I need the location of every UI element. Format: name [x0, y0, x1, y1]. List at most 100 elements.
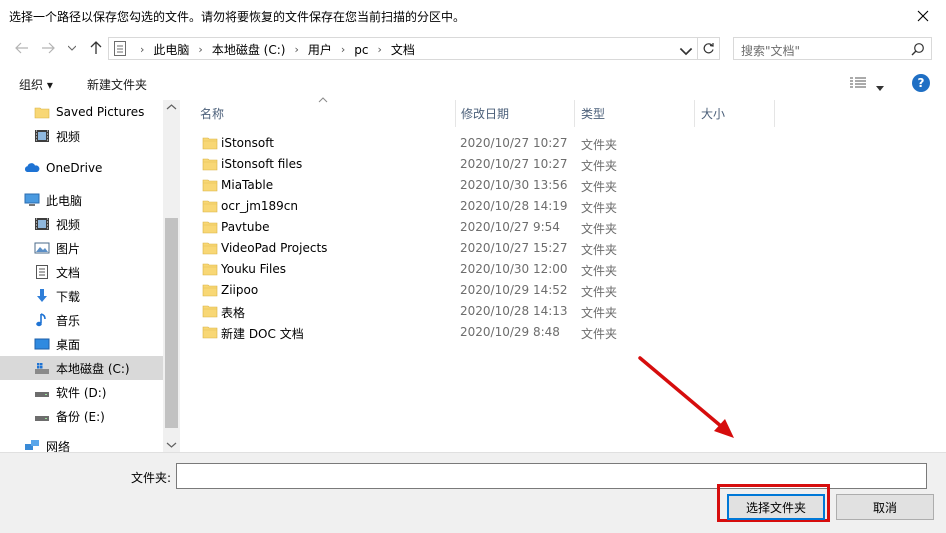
file-name: iStonsoft [221, 136, 274, 150]
arrow-right-icon [42, 42, 55, 54]
file-name: Pavtube [221, 220, 270, 234]
sidebar-item-label: 视频 [56, 217, 81, 232]
window-title: 选择一个路径以保存您勾选的文件。请勿将要恢复的文件保存在您当前扫描的分区中。 [9, 10, 466, 24]
up-button[interactable] [86, 38, 106, 58]
sidebar-item-drive-e[interactable]: 备份 (E:) [0, 404, 163, 428]
sidebar-item-network[interactable]: 网络 [0, 434, 163, 452]
column-divider[interactable] [774, 100, 775, 127]
chevron-up-icon[interactable] [166, 102, 177, 112]
breadcrumb-users[interactable]: 用户 [308, 41, 332, 58]
folder-icon [202, 284, 218, 297]
breadcrumb-local-disk-c[interactable]: 本地磁盘 (C:) [212, 41, 286, 58]
sidebar-item-pictures[interactable]: 图片 [0, 236, 163, 260]
list-item[interactable]: Pavtube 2020/10/27 9:54 文件夹 [192, 217, 642, 238]
arrow-left-icon [15, 42, 28, 54]
folder-icon [202, 137, 218, 150]
column-divider[interactable] [455, 100, 456, 127]
breadcrumb-separator-icon: › [198, 43, 203, 56]
list-item[interactable]: VideoPad Projects 2020/10/27 15:27 文件夹 [192, 238, 642, 259]
sidebar-item-label: 此电脑 [46, 193, 83, 208]
list-item[interactable]: 表格 2020/10/28 14:13 文件夹 [192, 301, 642, 322]
list-item[interactable]: ocr_jm189cn 2020/10/28 14:19 文件夹 [192, 196, 642, 217]
arrow-up-icon [90, 41, 102, 54]
file-type: 文件夹 [581, 306, 618, 320]
view-options-button[interactable] [850, 77, 866, 92]
file-name: Youku Files [221, 262, 287, 276]
back-button[interactable] [12, 38, 32, 58]
refresh-button[interactable] [698, 37, 720, 60]
sidebar-item-label: 桌面 [56, 337, 81, 352]
sidebar-item-videos-quick[interactable]: 视频 [0, 124, 163, 148]
search-icon [911, 43, 924, 56]
column-header-size[interactable]: 大小 [701, 100, 725, 127]
file-date: 2020/10/27 9:54 [460, 220, 560, 234]
sidebar-item-onedrive[interactable]: OneDrive [0, 156, 163, 180]
chevron-down-icon[interactable] [679, 45, 693, 59]
list-item[interactable]: iStonsoft files 2020/10/27 10:27 文件夹 [192, 154, 642, 175]
drive-icon [35, 416, 49, 421]
list-item[interactable]: Ziipoo 2020/10/29 14:52 文件夹 [192, 280, 642, 301]
list-item[interactable]: MiaTable 2020/10/30 13:56 文件夹 [192, 175, 642, 196]
view-menu-dropdown[interactable] [876, 80, 884, 94]
folder-icon [202, 179, 218, 192]
refresh-icon [703, 43, 714, 54]
sidebar-item-label: OneDrive [46, 161, 103, 175]
document-icon [114, 41, 126, 56]
breadcrumb: › 此电脑 › 本地磁盘 (C:) › 用户 › pc › 文档 [131, 41, 415, 58]
column-divider[interactable] [694, 100, 695, 127]
desktop-icon [34, 338, 50, 350]
file-type: 文件夹 [581, 327, 618, 341]
sidebar-item-videos[interactable]: 视频 [0, 212, 163, 236]
folder-icon [34, 107, 50, 119]
sidebar-item-this-pc[interactable]: 此电脑 [0, 188, 163, 212]
select-folder-button[interactable]: 选择文件夹 [727, 494, 825, 520]
column-header-type[interactable]: 类型 [581, 100, 605, 127]
help-icon[interactable]: ? [912, 74, 930, 92]
folder-icon [202, 242, 218, 255]
sidebar-item-saved-pictures[interactable]: Saved Pictures [0, 100, 163, 124]
breadcrumb-pc[interactable]: pc [354, 43, 368, 57]
sidebar-item-desktop[interactable]: 桌面 [0, 332, 163, 356]
sidebar-item-music[interactable]: 音乐 [0, 308, 163, 332]
folder-icon [202, 200, 218, 213]
music-icon [36, 313, 46, 327]
download-icon [37, 289, 47, 302]
picture-icon [34, 242, 50, 254]
list-item[interactable]: 新建 DOC 文档 2020/10/29 8:48 文件夹 [192, 322, 642, 343]
chevron-down-icon[interactable] [166, 440, 177, 450]
recent-locations-button[interactable] [62, 38, 82, 58]
sidebar-scrollbar[interactable] [163, 100, 180, 452]
organize-menu[interactable]: 组织 ▾ [19, 76, 53, 93]
navigation-pane: Saved Pictures 视频 OneDrive 此电脑 视频 图片 文档 … [0, 100, 163, 452]
drive-icon [35, 392, 49, 397]
folder-icon [202, 305, 218, 318]
column-header-name[interactable]: 名称 [200, 100, 224, 127]
breadcrumb-separator-icon: › [140, 43, 145, 56]
file-name: MiaTable [221, 178, 274, 192]
scrollbar-thumb[interactable] [165, 218, 178, 428]
list-item[interactable]: Youku Files 2020/10/30 12:00 文件夹 [192, 259, 642, 280]
column-divider[interactable] [574, 100, 575, 127]
close-button[interactable] [900, 0, 946, 32]
chevron-down-icon [68, 45, 76, 51]
forward-button[interactable] [38, 38, 58, 58]
sidebar-item-downloads[interactable]: 下载 [0, 284, 163, 308]
cloud-icon [24, 163, 40, 172]
caret-down-icon [876, 86, 884, 91]
cancel-button[interactable]: 取消 [836, 494, 934, 520]
sidebar-item-local-disk-c[interactable]: 本地磁盘 (C:) [0, 356, 163, 380]
file-type: 文件夹 [581, 243, 618, 257]
windows-drive-icon [35, 363, 49, 374]
sidebar-item-documents[interactable]: 文档 [0, 260, 163, 284]
breadcrumb-documents[interactable]: 文档 [391, 41, 415, 58]
address-bar[interactable]: › 此电脑 › 本地磁盘 (C:) › 用户 › pc › 文档 [108, 37, 698, 60]
close-icon [917, 10, 929, 22]
list-item[interactable]: iStonsoft 2020/10/27 10:27 文件夹 [192, 133, 642, 154]
breadcrumb-this-pc[interactable]: 此电脑 [153, 41, 189, 58]
sort-ascending-icon [318, 97, 328, 103]
search-input[interactable]: 搜索"文档" [733, 37, 932, 60]
new-folder-button[interactable]: 新建文件夹 [87, 76, 147, 93]
sidebar-item-label: Saved Pictures [56, 105, 145, 119]
column-header-date[interactable]: 修改日期 [461, 100, 509, 127]
sidebar-item-drive-d[interactable]: 软件 (D:) [0, 380, 163, 404]
